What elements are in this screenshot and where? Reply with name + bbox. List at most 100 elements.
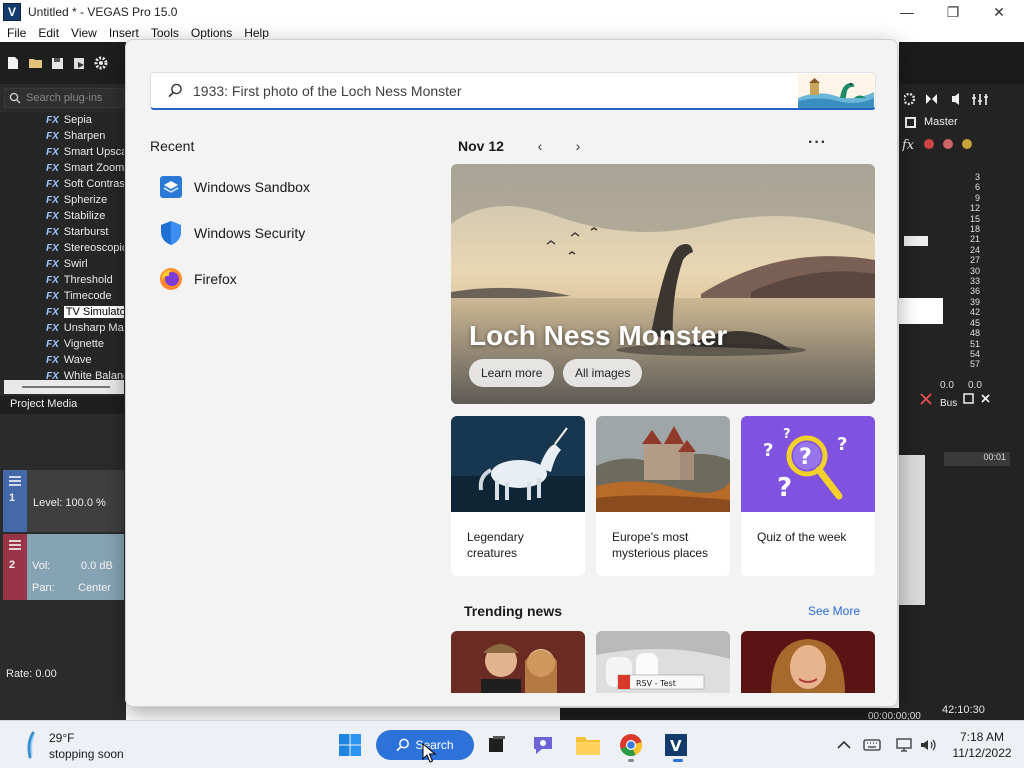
save-icon[interactable] — [49, 55, 65, 71]
maximize-button[interactable]: ❐ — [930, 0, 976, 24]
news-image-couple — [451, 631, 585, 693]
plugin-item[interactable]: FX Starburst — [0, 224, 124, 240]
chat-icon — [534, 737, 552, 754]
search-box[interactable] — [150, 72, 876, 110]
track-1-header[interactable]: 1 Level: 100.0 % — [3, 470, 124, 532]
next-day-button[interactable]: › — [566, 138, 590, 154]
fx-icon: FX — [46, 242, 59, 254]
file-explorer-button[interactable] — [572, 729, 604, 761]
svg-text:?: ? — [763, 440, 773, 461]
project-media-tab[interactable]: Project Media — [0, 396, 124, 414]
recent-item-windows-sandbox[interactable]: Windows Sandbox — [158, 172, 310, 202]
hero-title: Loch Ness Monster — [469, 320, 728, 351]
plugin-item[interactable]: FXUnsharp Mask — [0, 320, 124, 336]
plugin-item[interactable]: FX Sepia — [0, 112, 124, 128]
plugin-item[interactable]: FX Vignette — [0, 336, 124, 352]
keyboard-tray-icon[interactable] — [862, 735, 882, 755]
master-checkbox[interactable] — [905, 117, 916, 128]
menu-options[interactable]: Options — [185, 26, 238, 40]
track-2-vol-value[interactable]: 0.0 dB — [81, 560, 113, 572]
plugin-item[interactable]: FX Wave — [0, 352, 124, 368]
track-menu-icon[interactable] — [8, 475, 22, 487]
svg-text:V: V — [670, 737, 682, 755]
menu-tools[interactable]: Tools — [145, 26, 185, 40]
learn-more-button[interactable]: Learn more — [469, 359, 555, 387]
weather-temperature[interactable]: 29°F — [49, 731, 74, 745]
news-thumbnail-2[interactable]: RSV - Test — [596, 631, 730, 693]
render-icon[interactable] — [71, 55, 87, 71]
fx-icon: FX — [46, 306, 59, 318]
menu-edit[interactable]: Edit — [32, 26, 65, 40]
plugin-item[interactable]: FX Swirl — [0, 256, 124, 272]
card-quiz-of-the-week[interactable]: ? ? ? ? ? Quiz of the week — [741, 416, 875, 576]
search-input[interactable] — [193, 82, 753, 99]
minimize-button[interactable]: — — [884, 0, 930, 24]
mixer-toolbar-icons[interactable] — [904, 91, 1024, 107]
all-images-button[interactable]: All images — [563, 359, 643, 387]
start-button[interactable] — [334, 729, 366, 761]
keyboard-icon — [863, 739, 881, 751]
svg-text:?: ? — [783, 427, 791, 442]
svg-text:?: ? — [837, 434, 847, 455]
card-legendary-creatures[interactable]: Legendary creatures — [451, 416, 585, 576]
recent-item-firefox[interactable]: Firefox — [158, 264, 237, 294]
task-view-button[interactable] — [481, 729, 513, 761]
plugin-item[interactable]: FX Threshold — [0, 272, 124, 288]
chrome-button[interactable] — [615, 729, 647, 761]
plugin-search-placeholder: Search plug-ins — [26, 92, 103, 104]
open-folder-icon[interactable] — [27, 55, 43, 71]
plugin-list-scrollbar[interactable] — [4, 380, 124, 394]
weather-icon[interactable] — [24, 731, 38, 759]
plugin-item[interactable]: FX Timecode — [0, 288, 124, 304]
plugin-item[interactable]: FXSmart Upscale — [0, 144, 124, 160]
plugin-item-selected[interactable]: FX TV Simulator — [0, 304, 124, 320]
see-more-link[interactable]: See More — [808, 604, 860, 618]
plugin-item[interactable]: FX Spherize — [0, 192, 124, 208]
fx-icon: FX — [46, 210, 59, 222]
track-menu-icon[interactable] — [8, 539, 22, 551]
previous-day-button[interactable]: ‹ — [528, 138, 552, 154]
unicorn-image — [451, 416, 585, 512]
vegas-right-toolbar — [899, 42, 1024, 106]
news-thumbnail-1[interactable] — [451, 631, 585, 693]
recent-item-label: Windows Security — [194, 225, 306, 241]
plugin-item[interactable]: FX Soft Contrast — [0, 176, 124, 192]
hero-card[interactable]: Loch Ness Monster Learn more All images — [451, 164, 875, 404]
track-2-pan-value[interactable]: Center — [78, 582, 111, 594]
plugin-item[interactable]: FX Smart Zoom — [0, 160, 124, 176]
fx-icon: FX — [46, 322, 59, 334]
vegas-taskbar-button[interactable]: V — [660, 729, 692, 761]
menu-view[interactable]: View — [65, 26, 103, 40]
clock-date[interactable]: 11/12/2022 — [946, 746, 1018, 760]
card-mysterious-places[interactable]: Europe's most mysterious places — [596, 416, 730, 576]
plugin-search-input[interactable]: Search plug-ins — [4, 88, 124, 108]
volume-tray-icon[interactable] — [918, 735, 938, 755]
teams-chat-button[interactable] — [527, 729, 559, 761]
menu-file[interactable]: File — [0, 26, 32, 40]
plugin-item[interactable]: FXWhite Balance — [0, 368, 124, 380]
network-tray-icon[interactable] — [894, 735, 914, 755]
plugin-item[interactable]: FX Stereoscopic — [0, 240, 124, 256]
chrome-icon — [620, 734, 643, 757]
clock-time[interactable]: 7:18 AM — [952, 730, 1012, 744]
weather-description[interactable]: stopping soon — [49, 747, 124, 761]
more-options-button[interactable]: ··· — [808, 134, 827, 152]
menu-help[interactable]: Help — [238, 26, 275, 40]
menu-insert[interactable]: Insert — [103, 26, 145, 40]
recent-item-windows-security[interactable]: Windows Security — [158, 218, 305, 248]
plugin-item[interactable]: FX Sharpen — [0, 128, 124, 144]
track-2-header[interactable]: 2 Vol: 0.0 dB Pan: Center — [3, 534, 124, 600]
news-thumbnail-3[interactable] — [741, 631, 875, 693]
bus-controls[interactable] — [918, 391, 994, 407]
new-file-icon[interactable] — [5, 55, 21, 71]
loch-ness-doodle-icon[interactable] — [798, 74, 874, 108]
vegas-running-indicator — [673, 759, 683, 762]
search-icon — [396, 738, 410, 752]
plugin-item[interactable]: FX Stabilize — [0, 208, 124, 224]
fader-handle[interactable] — [904, 236, 928, 246]
close-button[interactable]: ✕ — [976, 0, 1022, 24]
master-fx-icons[interactable]: fx — [902, 136, 976, 152]
show-hidden-icons-button[interactable] — [834, 735, 854, 755]
fx-icon: FX — [46, 338, 59, 350]
gear-icon[interactable] — [93, 55, 109, 71]
